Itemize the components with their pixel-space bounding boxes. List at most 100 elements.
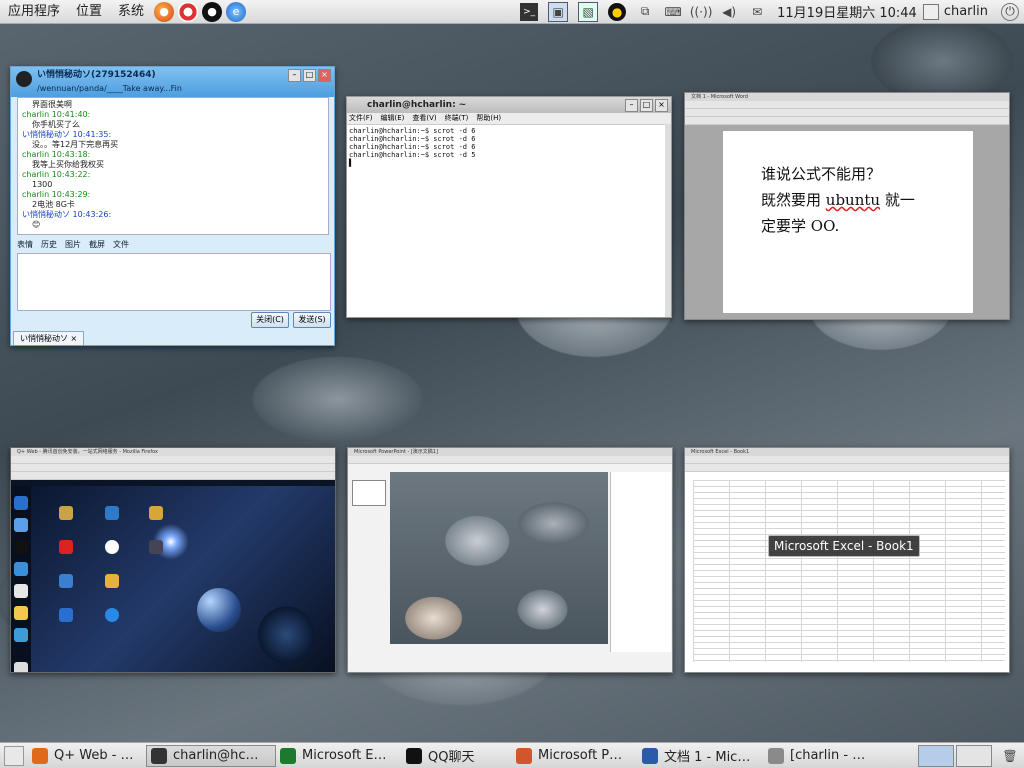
word-window[interactable]: 文档 1 - Microsoft Word 谁说公式不能用？ 既然要用 ubun… <box>684 92 1010 320</box>
word-titlebar[interactable]: 文档 1 - Microsoft Word <box>685 93 1009 101</box>
firefox-icon[interactable]: ● <box>154 1 175 22</box>
terminal-menu-edit[interactable]: 编辑(E) <box>381 113 405 124</box>
folder-icon[interactable] <box>105 574 119 588</box>
powerpoint-titlebar[interactable]: Microsoft PowerPoint - [演示文稿1] <box>348 448 672 456</box>
qq-chat-tab[interactable]: い悄悄秘动ソ × <box>13 331 85 345</box>
taskbar-item[interactable]: Q+ Web - … <box>28 745 146 767</box>
ie-icon[interactable] <box>105 608 119 622</box>
taskbar-item[interactable]: QQ聊天 <box>402 745 512 767</box>
slide-thumbnail[interactable] <box>352 480 386 506</box>
minimize-button[interactable]: – <box>625 99 638 112</box>
clock-icon[interactable] <box>105 540 119 554</box>
message-text: 1300 <box>32 180 53 189</box>
firefox-window[interactable]: Q+ Web - 腾讯首创免安装，一站式网络服务 - Mozilla Firef… <box>10 447 336 673</box>
close-chat-button[interactable]: 关闭(C) <box>251 312 289 328</box>
excel-formula-bar[interactable] <box>685 464 1009 472</box>
photo-icon[interactable]: ▧ <box>578 1 599 22</box>
app-icon[interactable] <box>14 584 28 598</box>
app-icon[interactable] <box>14 562 28 576</box>
taskbar-item[interactable]: charlin@hc… <box>146 744 276 767</box>
excel-window[interactable]: Microsoft Excel - Book1 <box>684 447 1010 673</box>
qq-window-subtitle: /wennuan/panda/____Take away...Fin <box>37 84 182 93</box>
menu-applications[interactable]: 应用程序 <box>0 0 68 24</box>
screenshot-button[interactable]: 截屏 <box>89 238 105 252</box>
help-lifebuoy-icon[interactable] <box>178 1 199 22</box>
globe-icon[interactable] <box>14 628 28 642</box>
taskbar-item[interactable]: Microsoft P… <box>512 745 638 767</box>
app-icon[interactable] <box>59 574 73 588</box>
taskbar-item-label: 文档 1 - Mic… <box>664 750 751 765</box>
qq-penguin-icon[interactable] <box>14 496 28 510</box>
wireless-icon[interactable]: ((·)) <box>690 3 713 21</box>
image-button[interactable]: 图片 <box>65 238 81 252</box>
qq-chat-window[interactable]: い悄悄秘动ソ(279152464) /wennuan/panda/____Tak… <box>10 66 335 346</box>
menu-places[interactable]: 位置 <box>68 0 110 24</box>
task-pane[interactable] <box>610 472 671 652</box>
taskbar-item[interactable]: Microsoft E… <box>276 745 402 767</box>
qq-penguin-icon[interactable]: ● <box>608 2 627 21</box>
terminal-menu-file[interactable]: 文件(F) <box>349 113 373 124</box>
trash-icon[interactable]: 🗑 <box>1001 747 1019 765</box>
firefox-titlebar[interactable]: Q+ Web - 腾讯首创免安装，一站式网络服务 - Mozilla Firef… <box>11 448 335 456</box>
word-line-2-a: 既然要用 <box>761 191 826 209</box>
workspace-switcher <box>916 744 992 767</box>
excel-cell-grid[interactable] <box>693 480 1005 662</box>
message-sender: charlin 10:43:22: <box>22 170 91 179</box>
terminal-menu-view[interactable]: 查看(V) <box>412 113 436 124</box>
terminal-window[interactable]: charlin@hcharlin: ~ – □ × 文件(F) 编辑(E) 查看… <box>346 96 672 318</box>
powerpoint-icon <box>516 747 532 764</box>
terminal-menu-terminal[interactable]: 终端(T) <box>445 113 469 124</box>
maximize-button[interactable]: □ <box>303 69 316 82</box>
app-icon[interactable] <box>105 506 119 520</box>
taskbar-item[interactable]: 文档 1 - Mic… <box>638 745 764 767</box>
app-icon[interactable] <box>59 506 73 520</box>
terminal-output[interactable]: charlin@hcharlin:~$ scrot -d 6 charlin@h… <box>347 125 671 169</box>
mail-icon[interactable]: ✉ <box>748 3 766 21</box>
terminal-scrollbar[interactable] <box>665 124 671 317</box>
screenshot-icon[interactable]: ▣ <box>548 1 569 22</box>
folder-icon[interactable] <box>149 506 163 520</box>
terminal-icon <box>151 747 167 764</box>
app-icon[interactable] <box>59 608 73 622</box>
computer-icon[interactable] <box>14 518 28 532</box>
maximize-button[interactable]: □ <box>640 99 653 112</box>
app-icon[interactable] <box>14 606 28 620</box>
user-menu[interactable]: charlin <box>922 3 988 20</box>
send-button[interactable]: 发送(S) <box>293 312 331 328</box>
qq-penguin-icon[interactable]: ● <box>202 1 223 22</box>
firefox-urlbar[interactable] <box>11 472 335 480</box>
menu-system[interactable]: 系统 <box>110 0 152 24</box>
show-desktop-button[interactable] <box>4 745 24 766</box>
emoji-button[interactable]: 表情 <box>17 238 33 252</box>
ie-icon[interactable]: e <box>226 1 247 22</box>
word-document-page[interactable]: 谁说公式不能用？ 既然要用 ubuntu 就一 定要学 OO. <box>723 131 973 313</box>
qq-message-list[interactable]: 界面很美啊 charlin 10:41:40: 你手机买了么 い悄悄秘动ソ 10:41… <box>17 97 329 235</box>
minimize-button[interactable]: – <box>288 69 301 82</box>
terminal-icon[interactable]: >_ <box>520 2 539 21</box>
word-line-3: 定要学 OO. <box>761 217 840 235</box>
taskbar-item[interactable]: [charlin - … <box>764 745 874 767</box>
workspace-2[interactable] <box>956 744 992 767</box>
terminal-line: charlin@hcharlin:~$ scrot -d 6 <box>349 143 476 151</box>
power-icon[interactable]: ⏻ <box>1001 2 1019 21</box>
workspace-1[interactable] <box>918 744 954 767</box>
taskbar: Q+ Web - … charlin@hc… Microsoft E… QQ聊天 Mic… <box>0 742 1024 768</box>
network-icon[interactable]: ⧉ <box>636 3 654 21</box>
clock[interactable]: 11月19日星期六 10:44 <box>777 2 917 21</box>
excel-titlebar[interactable]: Microsoft Excel - Book1 <box>685 448 1009 456</box>
app-icon[interactable] <box>59 540 73 554</box>
qq-penguin-icon[interactable] <box>14 540 28 554</box>
qq-message-input[interactable] <box>17 253 331 311</box>
slide-canvas[interactable] <box>390 472 608 644</box>
terminal-menu-help[interactable]: 帮助(H) <box>476 113 501 124</box>
keyboard-icon[interactable]: ⌨ <box>664 3 682 21</box>
search-icon[interactable] <box>14 662 28 672</box>
powerpoint-window[interactable]: Microsoft PowerPoint - [演示文稿1] <box>347 447 673 673</box>
app-icon[interactable] <box>149 540 163 554</box>
history-button[interactable]: 历史 <box>41 238 57 252</box>
volume-icon[interactable]: ◀) <box>720 3 738 21</box>
file-button[interactable]: 文件 <box>113 238 129 252</box>
message-sender: charlin 10:43:18: <box>22 150 91 159</box>
close-button[interactable]: × <box>318 69 331 82</box>
close-button[interactable]: × <box>655 99 668 112</box>
